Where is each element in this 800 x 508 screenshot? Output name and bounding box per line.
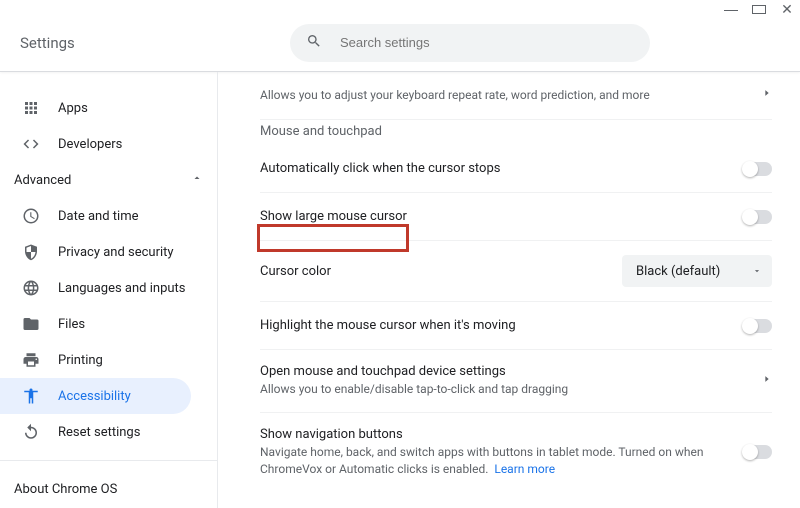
printer-icon xyxy=(22,351,40,369)
row-large-cursor: Show large mouse cursor xyxy=(260,193,772,241)
sidebar-item-developers[interactable]: Developers xyxy=(0,126,217,162)
toggle-highlight-cursor[interactable] xyxy=(744,319,772,333)
row-subtitle: Allows you to adjust your keyboard repea… xyxy=(260,87,742,104)
sidebar-item-label: Date and time xyxy=(58,209,139,224)
toggle-auto-click[interactable] xyxy=(744,162,772,176)
sidebar-item-printing[interactable]: Printing xyxy=(0,342,217,378)
sidebar-item-label: Privacy and security xyxy=(58,245,174,260)
sidebar: Apps Developers Advanced Date and time P… xyxy=(0,72,218,508)
clock-icon xyxy=(22,207,40,225)
search-icon xyxy=(306,33,340,53)
sidebar-item-label: Reset settings xyxy=(58,425,140,440)
window-close-button[interactable]: ✕ xyxy=(780,5,794,15)
window-minimize-button[interactable] xyxy=(724,3,738,17)
folder-icon xyxy=(22,315,40,333)
sidebar-item-accessibility[interactable]: Accessibility xyxy=(0,378,191,414)
content-area: Allows you to adjust your keyboard repea… xyxy=(218,72,800,508)
sidebar-item-label: Apps xyxy=(58,101,88,116)
sidebar-item-label: Accessibility xyxy=(58,389,131,404)
window-controls: ✕ xyxy=(724,3,794,17)
toggle-nav-buttons[interactable] xyxy=(744,445,772,459)
select-value: Black (default) xyxy=(636,264,720,279)
row-nav-buttons: Show navigation buttons Navigate home, b… xyxy=(260,413,772,492)
row-subtitle: Navigate home, back, and switch apps wit… xyxy=(260,444,724,478)
app-header: Settings xyxy=(0,0,800,72)
shield-icon xyxy=(22,243,40,261)
row-highlight-cursor: Highlight the mouse cursor when it's mov… xyxy=(260,302,772,350)
sidebar-item-label: About Chrome OS xyxy=(14,482,117,497)
row-auto-click: Automatically click when the cursor stop… xyxy=(260,145,772,193)
sidebar-item-privacy[interactable]: Privacy and security xyxy=(0,234,217,270)
sidebar-item-languages[interactable]: Languages and inputs xyxy=(0,270,217,306)
sidebar-section-label: Advanced xyxy=(14,173,71,188)
row-title: Show large mouse cursor xyxy=(260,209,724,224)
row-keyboard-settings-partial[interactable]: Allows you to adjust your keyboard repea… xyxy=(260,72,772,120)
sidebar-item-label: Languages and inputs xyxy=(58,281,186,296)
sidebar-item-about[interactable]: About Chrome OS xyxy=(0,471,217,507)
toggle-large-cursor[interactable] xyxy=(744,210,772,224)
section-audio-captions: Audio and captions xyxy=(260,491,772,508)
window-maximize-button[interactable] xyxy=(752,3,766,17)
section-mouse-touchpad: Mouse and touchpad xyxy=(260,120,772,145)
row-device-settings[interactable]: Open mouse and touchpad device settings … xyxy=(260,350,772,413)
chevron-down-icon xyxy=(752,266,762,276)
search-input[interactable] xyxy=(340,35,634,50)
chevron-right-icon xyxy=(762,373,772,388)
sidebar-item-date-time[interactable]: Date and time xyxy=(0,198,217,234)
globe-icon xyxy=(22,279,40,297)
sidebar-item-label: Developers xyxy=(58,137,122,152)
row-title: Cursor color xyxy=(260,264,602,279)
sidebar-item-label: Files xyxy=(58,317,85,332)
reset-icon xyxy=(22,423,40,441)
page-title: Settings xyxy=(20,20,280,52)
chevron-up-icon xyxy=(191,172,203,188)
chevron-right-icon xyxy=(762,87,772,102)
apps-icon xyxy=(22,99,40,117)
sidebar-section-advanced[interactable]: Advanced xyxy=(0,162,217,198)
row-title: Automatically click when the cursor stop… xyxy=(260,161,724,176)
row-title: Show navigation buttons xyxy=(260,427,724,442)
row-cursor-color: Cursor color Black (default) xyxy=(260,241,772,302)
sidebar-divider xyxy=(0,460,217,461)
accessibility-icon xyxy=(22,387,40,405)
sidebar-item-files[interactable]: Files xyxy=(0,306,217,342)
row-subtitle: Allows you to enable/disable tap-to-clic… xyxy=(260,381,742,398)
search-input-wrapper[interactable] xyxy=(290,24,650,62)
select-cursor-color[interactable]: Black (default) xyxy=(622,255,772,287)
row-title: Open mouse and touchpad device settings xyxy=(260,364,742,379)
sidebar-item-apps[interactable]: Apps xyxy=(0,90,217,126)
row-title: Highlight the mouse cursor when it's mov… xyxy=(260,318,724,333)
sidebar-item-reset[interactable]: Reset settings xyxy=(0,414,217,450)
learn-more-link[interactable]: Learn more xyxy=(494,462,555,476)
code-icon xyxy=(22,135,40,153)
sidebar-item-label: Printing xyxy=(58,353,103,368)
